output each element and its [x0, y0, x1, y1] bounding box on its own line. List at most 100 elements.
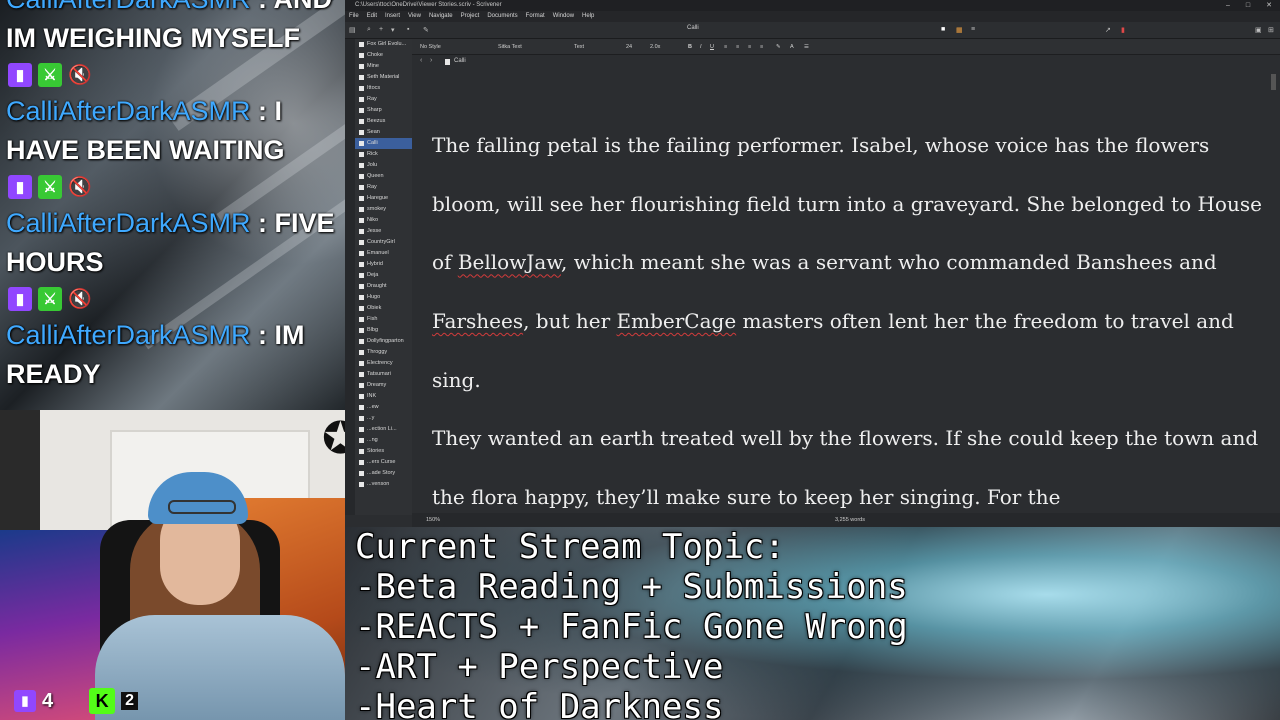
binder-item[interactable]: Jesse: [355, 226, 412, 237]
binder-item[interactable]: Obiek: [355, 303, 412, 314]
compose-icon[interactable]: ⊞: [1268, 26, 1274, 34]
binder-item[interactable]: Ray: [355, 182, 412, 193]
binder-item[interactable]: Rick: [355, 149, 412, 160]
inspector-icon[interactable]: ▣: [1255, 26, 1262, 34]
scrollbar-thumb[interactable]: [1271, 74, 1276, 90]
chat-text: READY: [6, 359, 101, 389]
binder-item[interactable]: ...y: [355, 413, 412, 424]
binder-item-label: Stories: [367, 448, 385, 454]
list-icon[interactable]: ☰: [804, 44, 809, 50]
binder-item[interactable]: Stories: [355, 446, 412, 457]
align-icon[interactable]: ≡: [724, 44, 727, 50]
binder-item-label: Beezus: [367, 118, 386, 124]
line-spacing-select[interactable]: 2.0x: [650, 44, 660, 50]
binder-item[interactable]: Sharp: [355, 105, 412, 116]
binder-item[interactable]: Beezus: [355, 116, 412, 127]
edit-icon[interactable]: ✎: [423, 26, 429, 34]
font-size-select[interactable]: 24: [626, 44, 632, 50]
binder-item[interactable]: ...ection Li...: [355, 424, 412, 435]
vertical-scrollbar[interactable]: [1270, 69, 1277, 513]
close-button[interactable]: ✕: [1266, 0, 1272, 11]
binder-item[interactable]: Ray: [355, 94, 412, 105]
underline-button[interactable]: U: [710, 44, 714, 50]
binder-item[interactable]: CountryGirl: [355, 237, 412, 248]
style-select[interactable]: No Style: [420, 44, 441, 50]
binder-item-label: smokey: [367, 206, 386, 212]
binder-item[interactable]: Tatsumari: [355, 369, 412, 380]
text-color-icon[interactable]: A: [790, 44, 794, 50]
zoom-level[interactable]: 150%: [426, 517, 440, 523]
binder-item[interactable]: Ittocs: [355, 83, 412, 94]
binder-item[interactable]: Hugo: [355, 292, 412, 303]
binder-item[interactable]: Fox Girl Evolu...: [355, 39, 412, 50]
trash-icon[interactable]: ▪: [407, 26, 409, 33]
stream-topic: Current Stream Topic: -Beta Reading + Su…: [355, 527, 908, 720]
binder-item[interactable]: Queen: [355, 171, 412, 182]
search-icon[interactable]: ⌕: [367, 26, 371, 34]
text-editor[interactable]: The falling petal is the failing perform…: [412, 69, 1268, 513]
editor-paragraph[interactable]: The falling petal is the failing perform…: [432, 116, 1262, 410]
editor-paragraph[interactable]: They wanted an earth treated well by the…: [432, 409, 1262, 513]
binder-item[interactable]: ...ew: [355, 402, 412, 413]
minimize-button[interactable]: –: [1226, 0, 1230, 11]
highlight-icon[interactable]: ✎: [776, 44, 781, 50]
menu-documents[interactable]: Documents: [487, 11, 517, 22]
binder-item-label: Electrency: [367, 360, 393, 366]
forward-icon[interactable]: ›: [430, 57, 432, 64]
binder-item[interactable]: Dreamy: [355, 380, 412, 391]
menu-insert[interactable]: Insert: [385, 11, 400, 22]
view-corkboard-icon[interactable]: ▦: [956, 26, 963, 34]
binder-item[interactable]: ...ers Curse: [355, 457, 412, 468]
binder-item-label: ...ection Li...: [367, 426, 397, 432]
menu-help[interactable]: Help: [582, 11, 594, 22]
share-icon[interactable]: ↗: [1105, 26, 1111, 34]
binder-item[interactable]: Emanuel: [355, 248, 412, 259]
view-single-icon[interactable]: ■: [941, 26, 945, 33]
menu-view[interactable]: View: [408, 11, 421, 22]
justify-icon[interactable]: ≡: [760, 44, 763, 50]
back-icon[interactable]: ‹: [420, 57, 422, 64]
binder-item[interactable]: Hybrid: [355, 259, 412, 270]
menu-window[interactable]: Window: [553, 11, 574, 22]
binder-item[interactable]: Haregue: [355, 193, 412, 204]
align-right-icon[interactable]: ≡: [748, 44, 751, 50]
binder-item[interactable]: Fish: [355, 314, 412, 325]
binder-item[interactable]: Blbg: [355, 325, 412, 336]
typeface-select[interactable]: Text: [574, 44, 584, 50]
menu-navigate[interactable]: Navigate: [429, 11, 453, 22]
view-outline-icon[interactable]: ≡: [971, 26, 975, 33]
binder-item[interactable]: ...ade Story: [355, 468, 412, 479]
binder-item[interactable]: Deja: [355, 270, 412, 281]
menu-project[interactable]: Project: [461, 11, 480, 22]
binder-item[interactable]: Calli: [355, 138, 412, 149]
binder-item[interactable]: Seth Material: [355, 72, 412, 83]
add-icon[interactable]: +: [379, 26, 383, 33]
binder-item[interactable]: ...ng: [355, 435, 412, 446]
binder-toggle-icon[interactable]: ▤: [349, 26, 356, 34]
binder-item[interactable]: Choke: [355, 50, 412, 61]
misspelled-word[interactable]: Farshees: [432, 309, 523, 333]
italic-button[interactable]: I: [700, 44, 702, 50]
binder-item[interactable]: smokey: [355, 204, 412, 215]
binder-item[interactable]: Jolu: [355, 160, 412, 171]
binder-item[interactable]: Sean: [355, 127, 412, 138]
maximize-button[interactable]: □: [1246, 0, 1250, 11]
menu-format[interactable]: Format: [526, 11, 545, 22]
binder-item[interactable]: Mine: [355, 61, 412, 72]
bookmark-icon[interactable]: ▮: [1121, 26, 1125, 34]
binder-item[interactable]: Electrency: [355, 358, 412, 369]
binder-item[interactable]: ...venson: [355, 479, 412, 490]
align-center-icon[interactable]: ≡: [736, 44, 739, 50]
menu-edit[interactable]: Edit: [367, 11, 377, 22]
binder-item[interactable]: Dollyfingparton: [355, 336, 412, 347]
bold-button[interactable]: B: [688, 44, 692, 50]
binder-item[interactable]: Draught: [355, 281, 412, 292]
binder-item[interactable]: Throggy: [355, 347, 412, 358]
menu-file[interactable]: File: [349, 11, 359, 22]
binder-item[interactable]: INK: [355, 391, 412, 402]
misspelled-word[interactable]: EmberCage: [617, 309, 737, 333]
add-folder-icon[interactable]: ▾: [391, 26, 395, 34]
binder-item[interactable]: Niko: [355, 215, 412, 226]
font-select[interactable]: Sitka Text: [498, 44, 522, 50]
misspelled-word[interactable]: BellowJaw: [458, 250, 561, 274]
